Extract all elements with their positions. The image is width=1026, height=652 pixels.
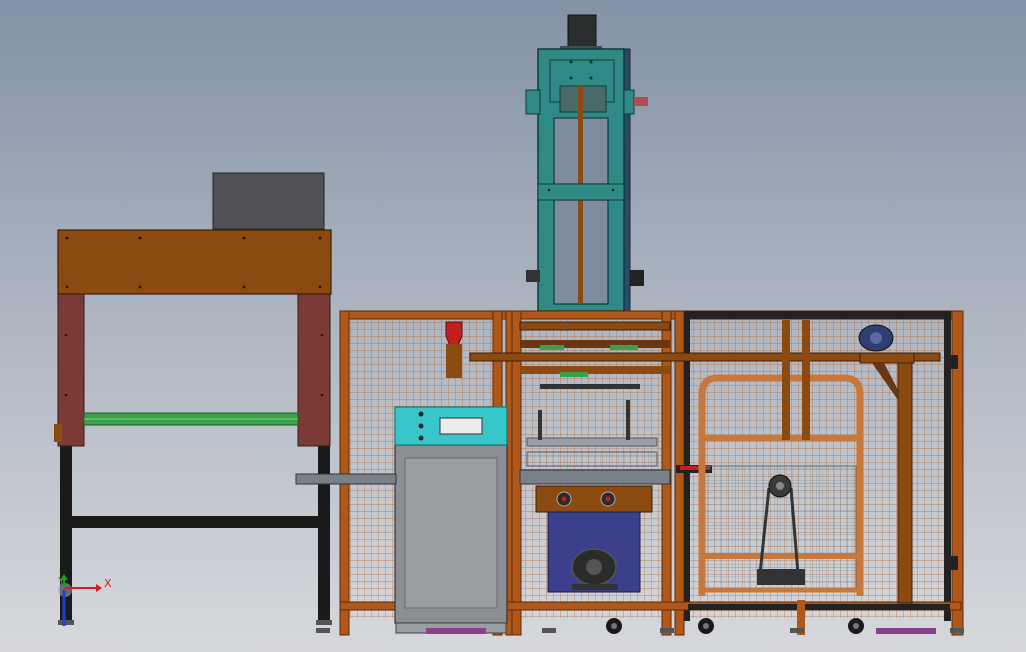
cabinet-button-1 — [418, 411, 424, 417]
cabinet-button-3 — [418, 435, 424, 441]
left-conveyor-table — [54, 172, 332, 625]
left-side-panel — [57, 293, 85, 447]
column-motor — [567, 14, 597, 50]
gearbox-housing — [535, 485, 653, 513]
triad-x-label: X — [104, 577, 112, 590]
vertical-lift-column — [525, 14, 648, 312]
triad-y-label: Y — [57, 575, 65, 588]
cabinet-display — [439, 417, 483, 435]
cad-viewport[interactable]: X Y — [0, 0, 1026, 652]
right-side-panel — [297, 293, 331, 447]
machine-assembly-drawing: X Y — [54, 14, 964, 636]
lower-crossbar — [72, 516, 318, 528]
table-top-slab — [57, 229, 332, 295]
right-leg-front — [318, 445, 330, 621]
cabinet-button-2 — [418, 423, 424, 429]
top-gray-box — [212, 172, 325, 230]
